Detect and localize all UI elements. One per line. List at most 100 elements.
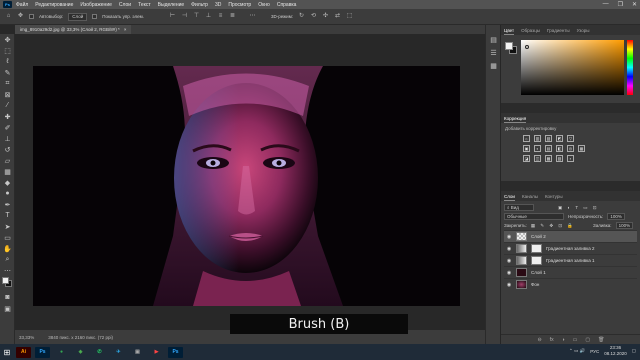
menu-view[interactable]: Просмотр (228, 2, 251, 8)
tab-color[interactable]: Цвет (504, 28, 515, 35)
screen-mode-icon[interactable]: ▣ (0, 303, 15, 314)
layer-row[interactable]: ◉ Слой 2 (504, 230, 637, 242)
canvas-area[interactable] (15, 34, 485, 330)
taskbar-photoshop-icon[interactable]: Ps (168, 346, 183, 358)
move-tool-icon[interactable]: ✥ (0, 34, 15, 45)
gradient-tool-icon[interactable]: ▦ (0, 166, 15, 177)
layer-name[interactable]: Слой 2 (531, 234, 546, 239)
hand-tool-icon[interactable]: ✋ (0, 243, 15, 254)
align-middle-icon[interactable]: ≡ (217, 13, 224, 20)
layer-row[interactable]: ◉ Градиентная заливка 2 (504, 242, 637, 254)
layer-name[interactable]: Фон (531, 282, 539, 287)
new-layer-icon[interactable]: ▢ (585, 337, 590, 343)
eyedropper-icon[interactable]: ⁄ (0, 100, 15, 111)
properties-panel-icon[interactable]: ☰ (486, 46, 501, 59)
3d-orbit-icon[interactable]: ↻ (298, 13, 305, 20)
eye-icon[interactable]: ◉ (506, 270, 512, 276)
taskbar-whatsapp-icon[interactable]: ✆ (92, 347, 107, 358)
document-canvas[interactable] (33, 66, 460, 306)
new-group-icon[interactable]: ▭ (573, 337, 578, 343)
align-top-icon[interactable]: ⊥ (205, 13, 212, 20)
foreground-color-swatch[interactable] (2, 277, 9, 284)
distribute-icon[interactable]: ⋯ (249, 13, 256, 20)
notifications-icon[interactable]: ▢ (632, 348, 636, 354)
quick-select-icon[interactable]: ✎ (0, 67, 15, 78)
history-panel-icon[interactable]: ▤ (486, 33, 501, 46)
threshold-icon[interactable]: ▩ (545, 155, 552, 162)
tray-icons[interactable]: ⌃ ▭ 🔊 (569, 348, 585, 354)
menu-filter[interactable]: Фильтр (191, 2, 208, 8)
black-white-icon[interactable]: ▤ (545, 145, 552, 152)
selective-color-icon[interactable]: ▪ (567, 155, 574, 162)
color-swatches[interactable] (0, 276, 14, 292)
foreground-color-swatch[interactable] (505, 42, 513, 50)
pen-tool-icon[interactable]: ✒ (0, 199, 15, 210)
3d-slide-icon[interactable]: ⇄ (334, 13, 341, 20)
taskbar-explorer-icon[interactable]: ▣ (130, 347, 145, 358)
quick-mask-icon[interactable]: ◙ (0, 292, 15, 303)
marquee-tool-icon[interactable]: ⬚ (0, 45, 15, 56)
add-mask-icon[interactable]: ◑ (562, 337, 565, 343)
autoselect-checkbox[interactable] (29, 14, 34, 19)
3d-roll-icon[interactable]: ⟲ (310, 13, 317, 20)
hue-slider[interactable] (627, 40, 633, 95)
posterize-icon[interactable]: ◫ (534, 155, 541, 162)
eye-icon[interactable]: ◉ (506, 282, 512, 288)
path-select-icon[interactable]: ➤ (0, 221, 15, 232)
taskbar-photoshop-icon[interactable]: Ps (35, 346, 50, 358)
taskbar-app-icon[interactable]: ◈ (73, 347, 88, 358)
trash-icon[interactable]: 🗑 (598, 337, 604, 343)
layer-name[interactable]: Слой 1 (531, 270, 546, 275)
more-tools-icon[interactable]: ⋯ (0, 265, 15, 276)
minimize-button[interactable]: — (603, 1, 609, 8)
menu-help[interactable]: Справка (277, 2, 297, 8)
menu-image[interactable]: Изображение (80, 2, 112, 8)
move-tool-icon[interactable]: ✥ (17, 13, 24, 20)
menu-type[interactable]: Текст (138, 2, 151, 8)
3d-pan-icon[interactable]: ✣ (322, 13, 329, 20)
taskbar-illustrator-icon[interactable]: Ai (16, 346, 31, 358)
3d-scale-icon[interactable]: ⬚ (346, 13, 353, 20)
link-layers-icon[interactable]: ⊖ (538, 337, 542, 343)
menu-select[interactable]: Выделение (158, 2, 185, 8)
zoom-tool-icon[interactable]: ⌕ (0, 254, 15, 265)
dodge-tool-icon[interactable]: ● (0, 188, 15, 199)
opacity-input[interactable]: 100% (607, 213, 625, 220)
crop-tool-icon[interactable]: ⌗ (0, 78, 15, 89)
blur-tool-icon[interactable]: ◆ (0, 177, 15, 188)
eye-icon[interactable]: ◉ (506, 258, 512, 264)
menu-window[interactable]: Окно (258, 2, 270, 8)
tab-channels[interactable]: Каналы (522, 194, 538, 201)
filter-icons[interactable]: ▣ ◐ T ▭ ⊡ (558, 205, 599, 211)
color-picker-field[interactable] (521, 40, 624, 95)
eraser-tool-icon[interactable]: ▱ (0, 155, 15, 166)
type-tool-icon[interactable]: T (0, 210, 15, 221)
brightness-contrast-icon[interactable]: ☼ (523, 135, 530, 142)
vibrance-icon[interactable]: ▽ (567, 135, 574, 142)
home-icon[interactable]: ⌂ (5, 13, 12, 20)
shape-tool-icon[interactable]: ▭ (0, 232, 15, 243)
align-center-icon[interactable]: ⊣ (181, 13, 188, 20)
autoselect-dropdown[interactable]: Слой (68, 12, 88, 21)
zoom-level[interactable]: 33,33% (19, 335, 34, 340)
layer-name[interactable]: Градиентная заливка 1 (546, 258, 594, 263)
lock-icons[interactable]: ▦ ✎ ✥ ⊡ 🔒 (531, 223, 575, 229)
frame-tool-icon[interactable]: ⊠ (0, 89, 15, 100)
windows-start-icon[interactable]: ⊞ (0, 344, 14, 360)
eye-icon[interactable]: ◉ (506, 234, 512, 240)
channel-mixer-icon[interactable]: ◎ (567, 145, 574, 152)
color-picker-cursor[interactable] (525, 45, 529, 49)
fill-input[interactable]: 100% (615, 222, 634, 229)
levels-icon[interactable]: ▥ (534, 135, 541, 142)
tab-adjustments[interactable]: Коррекция (504, 116, 527, 123)
color-lookup-icon[interactable]: ▦ (578, 145, 585, 152)
healing-brush-icon[interactable]: ✚ (0, 111, 15, 122)
tab-layers[interactable]: Слои (504, 194, 515, 201)
libraries-panel-icon[interactable]: ▦ (486, 59, 501, 72)
layer-row[interactable]: ◉ Фон (504, 278, 637, 290)
gradient-map-icon[interactable]: ▧ (556, 155, 563, 162)
language-indicator[interactable]: РУС (590, 349, 599, 354)
clock[interactable]: 23:36 08.12.2020 (604, 345, 627, 357)
align-right-icon[interactable]: ⊤ (193, 13, 200, 20)
history-brush-icon[interactable]: ↺ (0, 144, 15, 155)
